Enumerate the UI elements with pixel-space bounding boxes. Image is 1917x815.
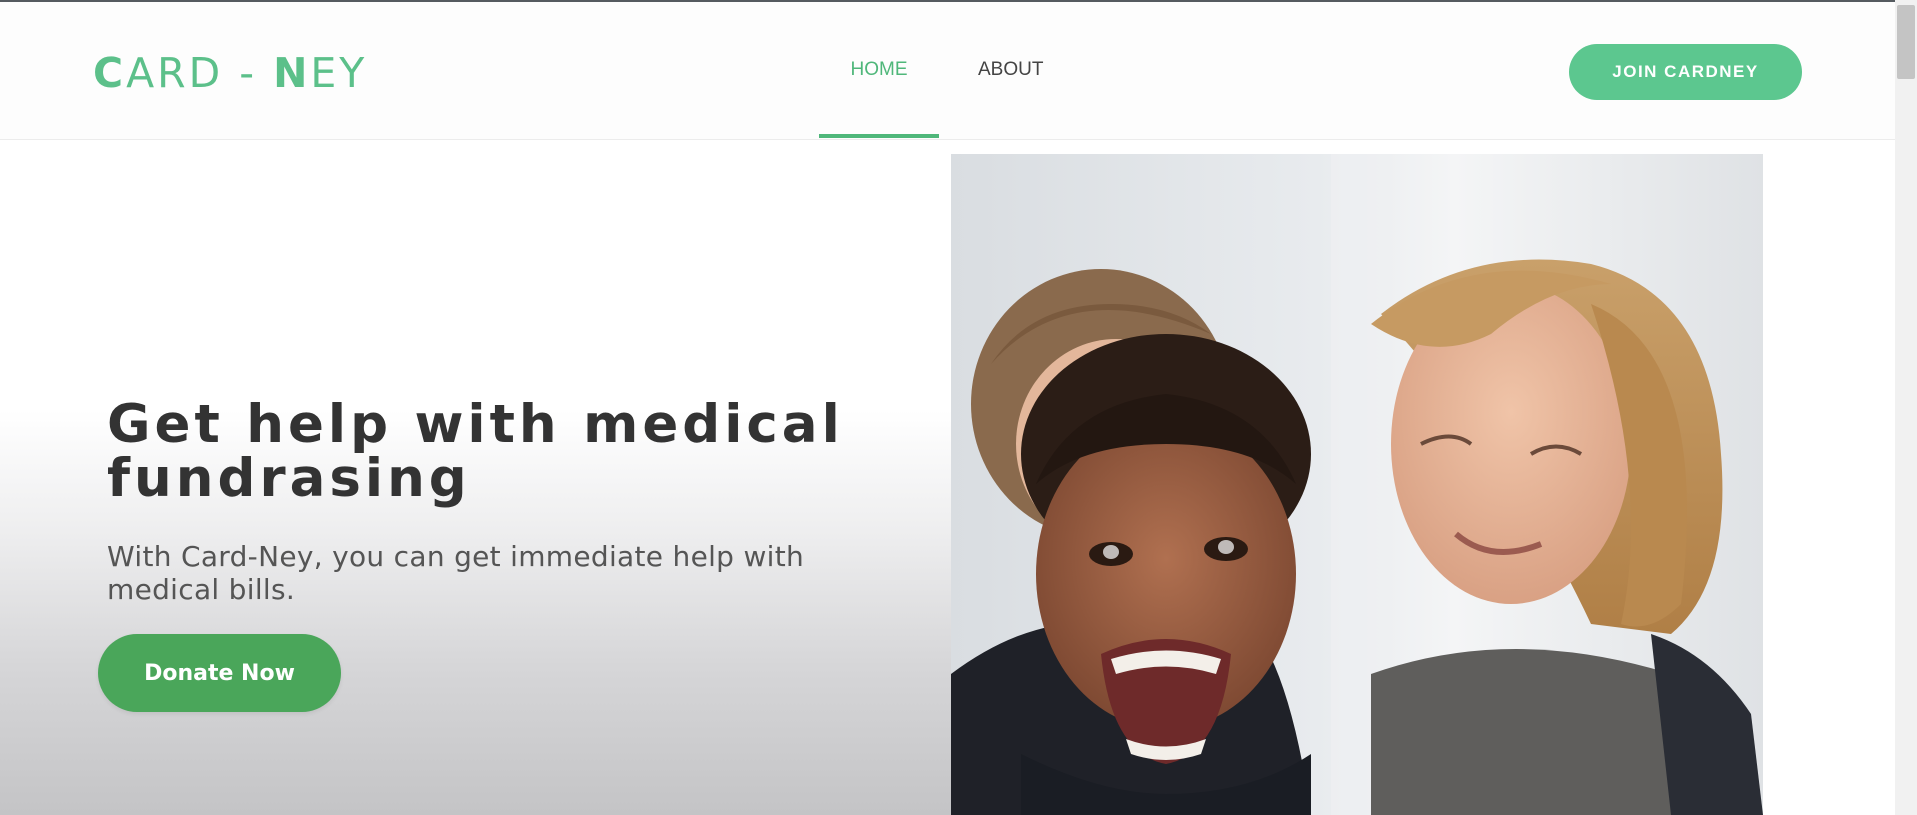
nav-active-indicator [819,134,939,138]
join-cardney-button[interactable]: JOIN CARDNEY [1569,44,1802,100]
hero-headline: Get help with medical fundrasing [107,398,867,506]
site-header: CARD - NEY HOME ABOUT JOIN CARDNEY [0,2,1895,140]
donate-now-button[interactable]: Donate Now [98,634,341,712]
hero-subtext-line1: With Card-Ney, you can get immediate hel… [107,540,805,573]
scrollbar-thumb[interactable] [1897,5,1915,79]
nav-home-link[interactable]: HOME [849,59,909,81]
logo[interactable]: CARD - NEY [93,52,367,94]
nav-about-link[interactable]: ABOUT [978,59,1043,81]
hero-photo [951,154,1763,815]
hero-headline-line1: Get help with medical [107,394,844,455]
hero-headline-line2: fundrasing [107,448,471,509]
hero-subtext: With Card-Ney, you can get immediate hel… [107,540,907,606]
scrollbar[interactable] [1895,0,1917,815]
hero-subtext-line2: medical bills. [107,573,296,606]
